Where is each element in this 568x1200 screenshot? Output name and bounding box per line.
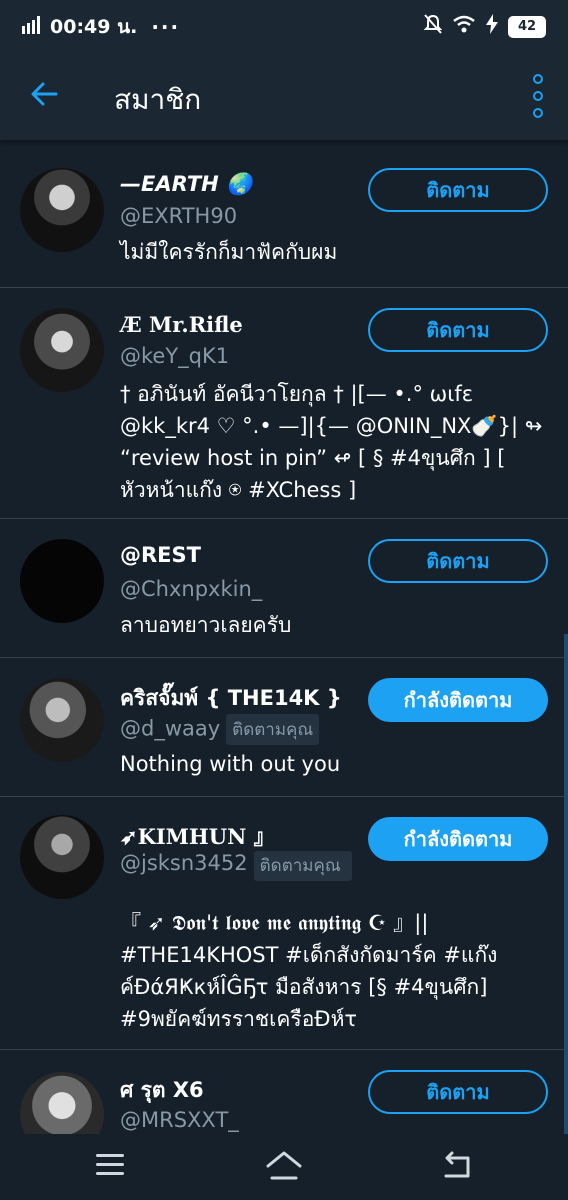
avatar[interactable] xyxy=(20,815,104,899)
avatar[interactable] xyxy=(20,539,104,623)
user-handle: @EXRTH90 xyxy=(120,204,238,228)
follows-you-badge: ติดตามคุณ xyxy=(253,851,352,881)
charging-icon xyxy=(486,14,498,39)
app-bar: สมาชิก xyxy=(0,52,568,140)
return-icon[interactable] xyxy=(438,1148,478,1188)
user-display-name[interactable]: @REST xyxy=(120,543,201,567)
user-bio: 『 ➶ 𝕯𝖔𝖓'𝖙 𝖑𝖔𝖛𝖊 𝖒𝖊 𝖆𝖓𝖞𝖙𝖎𝖓𝖌 ☪ 』|| #THE14KH… xyxy=(120,911,498,1031)
avatar[interactable] xyxy=(20,308,104,392)
user-handle: @Chxnpxkin_ xyxy=(120,577,263,601)
status-bar: 00:49 น. ··· 42 xyxy=(0,0,568,52)
user-bio: ลาบอทยาวเลยครับ xyxy=(120,613,292,637)
menu-icon[interactable] xyxy=(90,1148,130,1188)
follow-button[interactable]: ติดตาม xyxy=(368,1070,548,1114)
system-nav-bar xyxy=(0,1134,568,1200)
user-handle: @d_waay xyxy=(120,716,221,741)
status-left: 00:49 น. ··· xyxy=(22,12,180,42)
user-bio: † อภินันท์ อัคนีวาโยกุล † |[— •.° ωιfɛ @… xyxy=(120,382,543,502)
following-button[interactable]: กำลังติดตาม xyxy=(368,678,548,722)
status-time: 00:49 น. xyxy=(50,16,138,38)
follows-you-badge: ติดตามคุณ xyxy=(226,714,320,745)
user-display-name[interactable]: ➶KIMHUN 』 xyxy=(120,821,275,851)
list-item[interactable]: ➶KIMHUN 』 @jsksn3452 ติดตามคุณ 『 ➶ 𝕯𝖔𝖓'𝖙 … xyxy=(0,797,568,1050)
list-item[interactable]: ศ รุต X6 @MRSXXT_ ติดตาม xyxy=(0,1050,568,1134)
follow-button[interactable]: ติดตาม xyxy=(368,168,548,212)
user-handle-row: @jsksn3452 ติดตามคุณ xyxy=(120,851,352,881)
user-display-name[interactable]: ศ รุต X6 xyxy=(120,1074,204,1107)
user-display-name[interactable]: —EARTH 🌏 xyxy=(120,172,252,197)
list-item[interactable]: —EARTH 🌏 @EXRTH90 ไม่มีใครรักก็มาฟัคกับผ… xyxy=(0,140,568,288)
page-title: สมาชิก xyxy=(114,83,202,116)
scrollbar[interactable] xyxy=(564,634,568,1134)
avatar[interactable] xyxy=(20,678,104,762)
user-display-name[interactable]: Æ Mr.Rifle xyxy=(120,312,243,337)
battery-level: 42 xyxy=(508,15,546,38)
avatar[interactable] xyxy=(20,1072,104,1134)
list-item[interactable]: Æ Mr.Rifle @keY_qK1 † อภินันท์ อัคนีวาโย… xyxy=(0,288,568,519)
more-vertical-icon[interactable] xyxy=(528,74,548,118)
user-display-name[interactable]: คริสจั๊มพ์ { THE14K } xyxy=(120,682,342,715)
arrow-left-icon[interactable] xyxy=(28,78,64,114)
user-bio: ไม่มีใครรักก็มาฟัคกับผม xyxy=(120,240,338,264)
status-dots: ··· xyxy=(151,15,181,39)
home-icon[interactable] xyxy=(264,1148,304,1188)
user-handle: @keY_qK1 xyxy=(120,344,230,368)
user-handle: @jsksn3452 xyxy=(120,851,248,875)
signal-icon xyxy=(22,16,42,38)
member-list[interactable]: —EARTH 🌏 @EXRTH90 ไม่มีใครรักก็มาฟัคกับผ… xyxy=(0,140,568,1134)
mute-icon xyxy=(423,14,443,39)
list-item[interactable]: @REST @Chxnpxkin_ ลาบอทยาวเลยครับ ติดตาม xyxy=(0,519,568,658)
follow-button[interactable]: ติดตาม xyxy=(368,539,548,583)
following-button[interactable]: กำลังติดตาม xyxy=(368,817,548,861)
follow-button[interactable]: ติดตาม xyxy=(368,308,548,352)
list-item[interactable]: คริสจั๊มพ์ { THE14K } @d_waay ติดตามคุณ N… xyxy=(0,658,568,797)
user-handle-row: @d_waay ติดตามคุณ xyxy=(120,714,320,745)
user-bio: Nothing with out you xyxy=(120,752,341,776)
avatar[interactable] xyxy=(20,168,104,252)
wifi-icon xyxy=(452,15,476,38)
status-right: 42 xyxy=(423,14,546,39)
user-handle: @MRSXXT_ xyxy=(120,1108,239,1132)
